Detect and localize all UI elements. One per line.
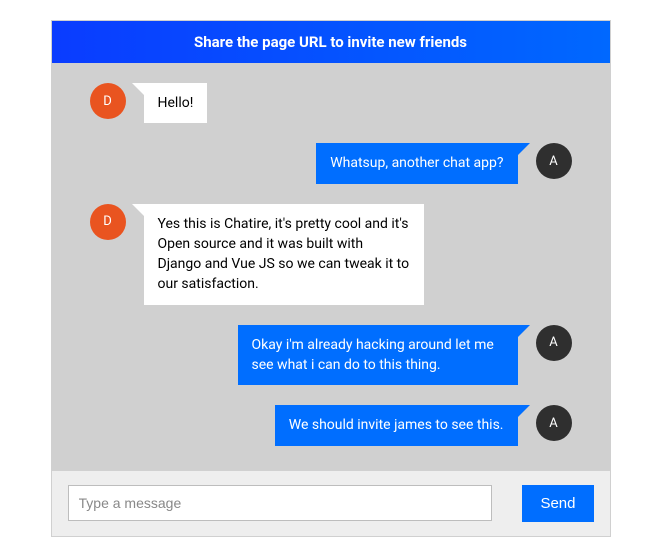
message-list: D Hello! Whatsup, another chat app? A D …	[52, 63, 610, 471]
message-bubble: We should invite james to see this.	[275, 405, 518, 445]
message-row: Okay i'm already hacking around let me s…	[68, 325, 594, 386]
avatar-initial: A	[549, 335, 557, 350]
message-row: We should invite james to see this. A	[68, 405, 594, 445]
message-input[interactable]	[68, 485, 493, 521]
input-bar: Send	[52, 471, 610, 536]
message-text: Okay i'm already hacking around let me s…	[252, 337, 494, 373]
avatar-initial: D	[103, 214, 112, 229]
avatar: A	[536, 143, 572, 179]
send-button[interactable]: Send	[522, 485, 593, 522]
avatar: D	[90, 204, 126, 240]
message-text: Hello!	[158, 95, 194, 111]
message-text: Whatsup, another chat app?	[330, 155, 503, 171]
message-row: Whatsup, another chat app? A	[68, 143, 594, 183]
avatar-initial: A	[549, 154, 557, 169]
message-bubble: Yes this is Chatire, it's pretty cool an…	[144, 204, 424, 305]
avatar: A	[536, 405, 572, 441]
avatar: D	[90, 83, 126, 119]
header-title: Share the page URL to invite new friends	[194, 33, 467, 51]
message-bubble: Hello!	[144, 83, 208, 123]
message-bubble: Whatsup, another chat app?	[316, 143, 517, 183]
message-row: D Hello!	[68, 83, 594, 123]
message-text: We should invite james to see this.	[289, 417, 504, 433]
header-banner: Share the page URL to invite new friends	[52, 21, 610, 63]
avatar-initial: D	[103, 94, 112, 109]
avatar: A	[536, 325, 572, 361]
avatar-initial: A	[549, 416, 557, 431]
message-text: Yes this is Chatire, it's pretty cool an…	[158, 216, 410, 293]
message-row: D Yes this is Chatire, it's pretty cool …	[68, 204, 594, 305]
chat-window: Share the page URL to invite new friends…	[51, 20, 611, 537]
message-bubble: Okay i'm already hacking around let me s…	[238, 325, 518, 386]
